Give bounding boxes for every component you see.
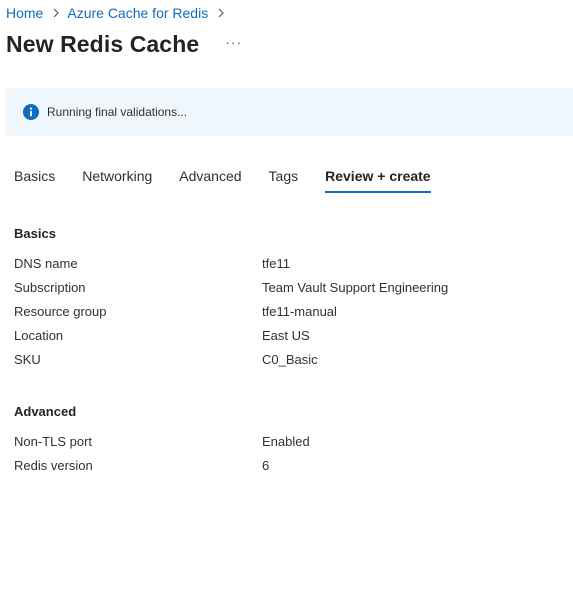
- page-title: New Redis Cache: [6, 31, 200, 57]
- section-title-advanced: Advanced: [14, 404, 77, 419]
- tab-networking[interactable]: Networking: [82, 166, 152, 190]
- chevron-right-icon: [218, 8, 225, 18]
- summary-row: Non-TLS port Enabled: [14, 434, 554, 452]
- row-value: Team Vault Support Engineering: [262, 280, 449, 295]
- row-value: 6: [262, 458, 270, 473]
- summary-row: Resource group tfe11-manual: [14, 304, 554, 322]
- tab-advanced[interactable]: Advanced: [179, 166, 241, 190]
- row-label: SKU: [14, 352, 41, 367]
- row-label: Subscription: [14, 280, 86, 295]
- tab-tags[interactable]: Tags: [269, 166, 299, 190]
- row-label: Location: [14, 328, 64, 343]
- title-row: New Redis Cache ···: [6, 31, 242, 58]
- wizard-tabs: Basics Networking Advanced Tags Review +…: [14, 166, 458, 193]
- tab-review-create[interactable]: Review + create: [325, 166, 432, 193]
- summary-row: Location East US: [14, 328, 554, 346]
- review-create-page: Home Azure Cache for Redis New Redis Cac…: [0, 0, 573, 606]
- row-label: Redis version: [14, 458, 93, 473]
- summary-row: DNS name tfe11: [14, 256, 554, 274]
- more-options-button[interactable]: ···: [225, 34, 242, 50]
- summary-row: Subscription Team Vault Support Engineer…: [14, 280, 554, 298]
- breadcrumb: Home Azure Cache for Redis: [6, 5, 232, 21]
- tab-basics[interactable]: Basics: [14, 166, 55, 190]
- row-value: East US: [262, 328, 310, 343]
- chevron-right-icon: [53, 8, 60, 18]
- validation-banner: Running final validations...: [6, 88, 573, 136]
- breadcrumb-azure-cache-link[interactable]: Azure Cache for Redis: [67, 5, 208, 21]
- row-value: tfe11-manual: [262, 304, 337, 319]
- info-icon: [23, 104, 39, 120]
- row-value: Enabled: [262, 434, 310, 449]
- banner-text: Running final validations...: [47, 105, 188, 119]
- breadcrumb-home-link[interactable]: Home: [6, 5, 43, 21]
- row-label: Non-TLS port: [14, 434, 93, 449]
- row-value: C0_Basic: [262, 352, 318, 367]
- summary-row: SKU C0_Basic: [14, 352, 554, 370]
- row-value: tfe11: [262, 256, 290, 271]
- row-label: DNS name: [14, 256, 78, 271]
- row-label: Resource group: [14, 304, 107, 319]
- section-title-basics: Basics: [14, 226, 56, 241]
- summary-row: Redis version 6: [14, 458, 554, 476]
